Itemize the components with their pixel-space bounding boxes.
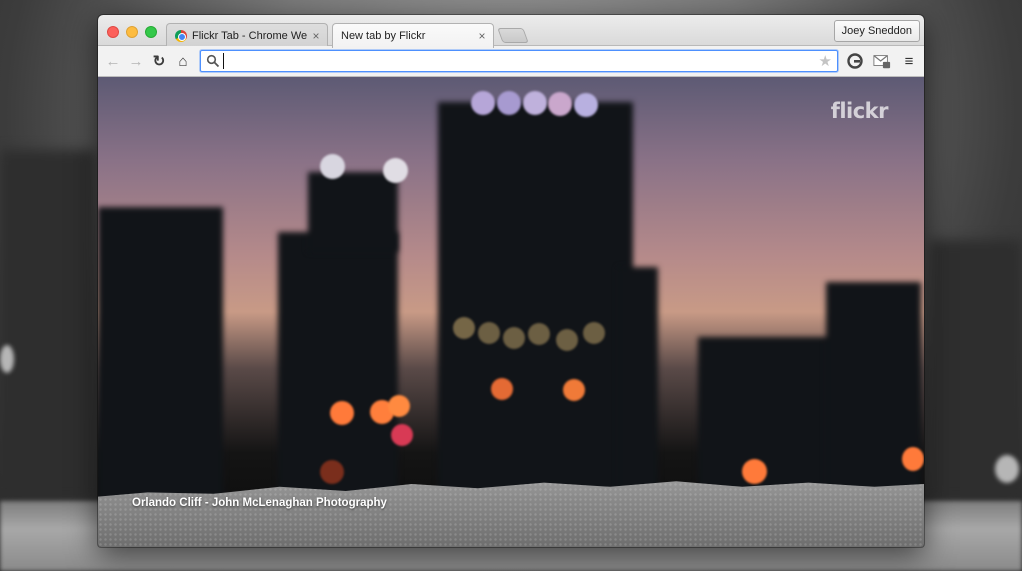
extension-shield-icon[interactable] (846, 52, 864, 70)
window-maximize-button[interactable] (145, 26, 157, 38)
backdrop-light (995, 455, 1019, 483)
tab-close-icon[interactable]: × (477, 29, 487, 43)
bookmark-star-icon[interactable]: ★ (819, 52, 832, 70)
menu-icon[interactable]: ≡ (900, 52, 918, 70)
bokeh-light (528, 323, 550, 345)
home-icon[interactable]: ⌂ (174, 52, 192, 70)
flickr-logo[interactable]: flickr (831, 99, 889, 123)
bokeh-light (478, 322, 500, 344)
bokeh-light (330, 401, 354, 425)
bokeh-light (453, 317, 475, 339)
bokeh-light (742, 459, 767, 484)
photo-building (438, 102, 633, 522)
search-icon (206, 54, 220, 68)
bokeh-light (491, 378, 513, 400)
browser-toolbar: ← → ↻ ⌂ ★ ≡ (98, 46, 924, 77)
photo-building (826, 282, 921, 512)
window-minimize-button[interactable] (126, 26, 138, 38)
bokeh-light (383, 158, 408, 183)
bokeh-light (497, 91, 521, 115)
title-bar: Flickr Tab - Chrome Web S × New tab by F… (98, 15, 924, 48)
bokeh-light (388, 395, 410, 417)
bokeh-light (523, 91, 547, 115)
omnibox[interactable]: ★ (200, 50, 838, 72)
bokeh-light (391, 424, 413, 446)
backdrop-light (0, 345, 14, 373)
bokeh-light (583, 322, 605, 344)
profile-button[interactable]: Joey Sneddon (833, 20, 920, 42)
tab-flickr-web-store[interactable]: Flickr Tab - Chrome Web S × (166, 23, 328, 47)
back-arrow-icon[interactable]: ← (104, 52, 122, 70)
bokeh-light (320, 154, 345, 179)
photo-building (308, 172, 398, 252)
photo-building (618, 267, 658, 507)
tab-title: Flickr Tab - Chrome Web S (192, 29, 307, 42)
new-tab-button[interactable] (497, 28, 529, 43)
photo-credit-link[interactable]: Orlando Cliff - John McLenaghan Photogra… (132, 497, 387, 509)
bokeh-light (471, 91, 495, 115)
reload-icon[interactable]: ↻ (150, 52, 168, 70)
gmail-extension-icon[interactable] (873, 52, 891, 70)
bokeh-light (902, 447, 924, 471)
browser-window: Flickr Tab - Chrome Web S × New tab by F… (98, 15, 924, 547)
bokeh-light (563, 379, 585, 401)
window-close-button[interactable] (107, 26, 119, 38)
bokeh-light (574, 93, 598, 117)
address-input[interactable] (223, 53, 813, 69)
bokeh-light (556, 329, 578, 351)
bokeh-light (548, 92, 572, 116)
bokeh-light (320, 460, 344, 484)
tab-title: New tab by Flickr (341, 30, 426, 42)
chrome-web-store-icon (175, 29, 187, 42)
photo-building (98, 207, 223, 507)
forward-arrow-icon[interactable]: → (127, 52, 145, 70)
bokeh-light (503, 327, 525, 349)
backdrop-building (0, 150, 95, 500)
tab-new-tab-flickr[interactable]: New tab by Flickr × (332, 23, 494, 48)
new-tab-page: flickr Orlando Cliff - John McLenaghan P… (98, 77, 924, 547)
tab-close-icon[interactable]: × (311, 29, 321, 43)
